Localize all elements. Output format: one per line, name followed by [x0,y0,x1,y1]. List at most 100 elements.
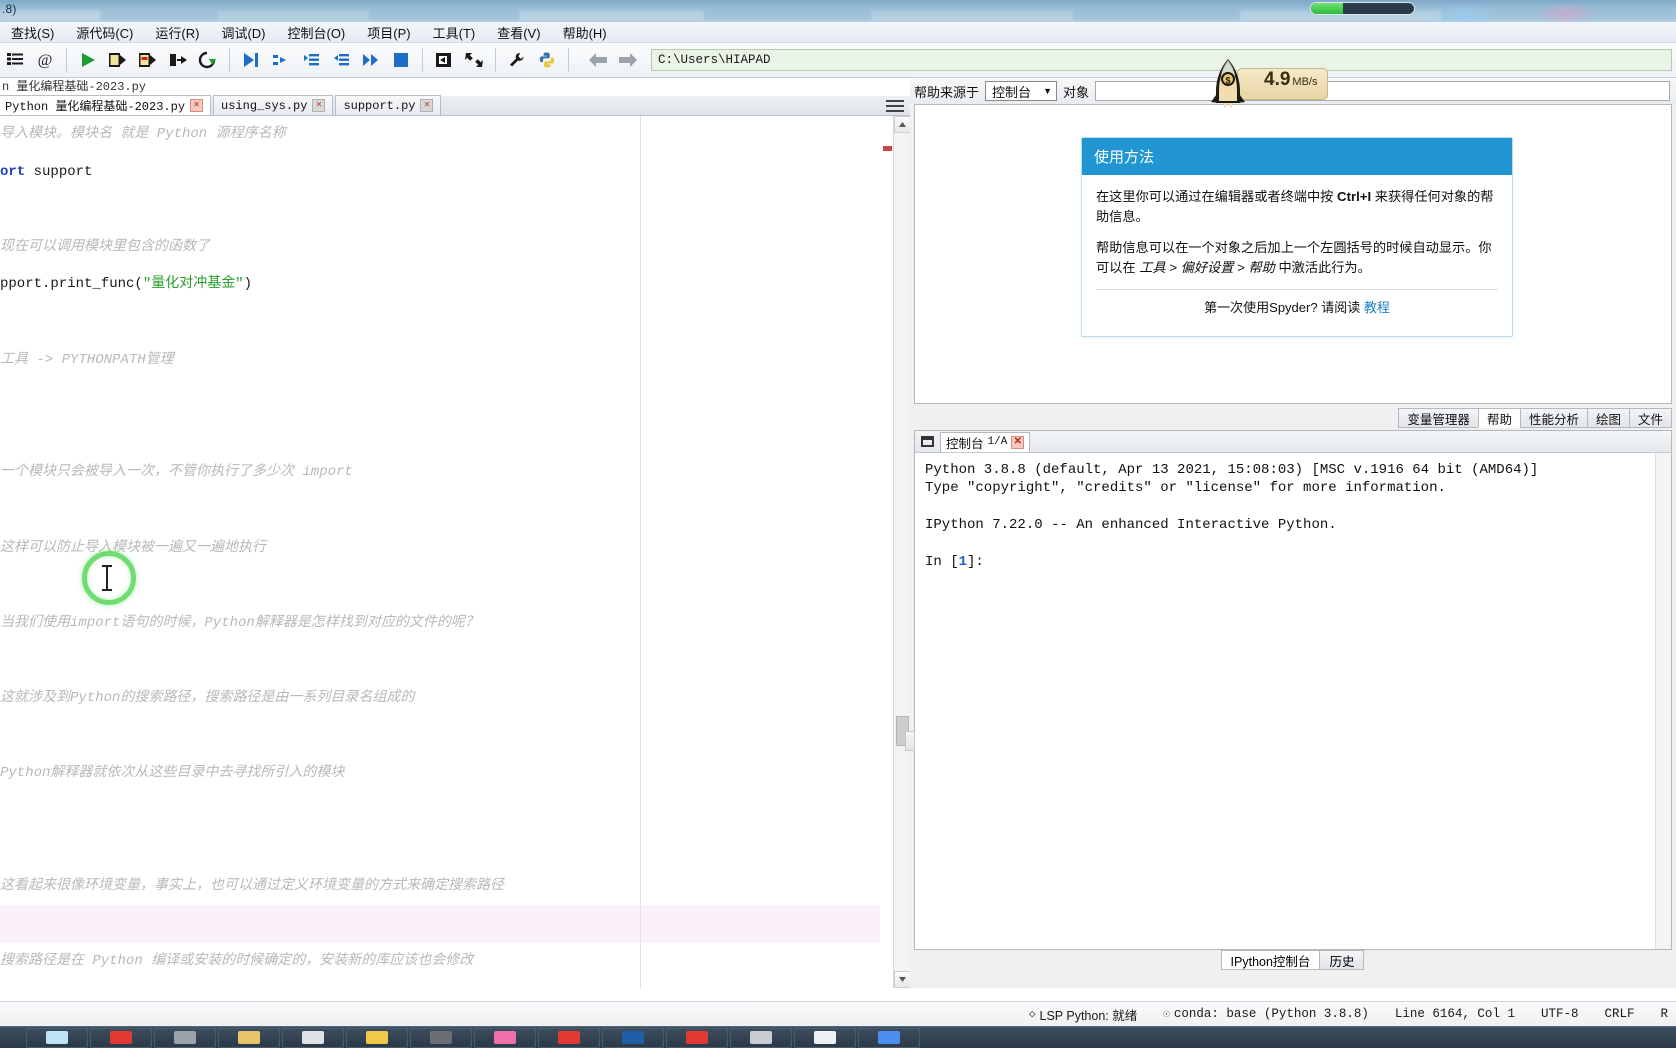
run-cell-advance-icon[interactable] [133,46,163,74]
taskbar-item-3[interactable] [154,1027,216,1048]
preferences-icon[interactable] [502,46,532,74]
run-cell-icon[interactable] [103,46,133,74]
menu-item-find[interactable]: 查找(S) [0,21,65,44]
menu-item-help[interactable]: 帮助(H) [552,21,618,44]
svg-text:@: @ [38,52,53,69]
run-selection-icon[interactable] [163,46,193,74]
continue-icon[interactable] [356,46,386,74]
close-icon[interactable]: ✕ [312,99,326,112]
editor-tab-using-sys[interactable]: using_sys.py ✕ [213,95,334,115]
status-conda-text: conda: base (Python 3.8.8) [1173,1007,1369,1021]
taskbar-item-6[interactable] [346,1027,408,1048]
taskbar-item-5[interactable] [282,1027,344,1048]
step-return-icon[interactable] [326,46,356,74]
network-speed-widget[interactable]: $ 4.9 MB/s [1205,58,1342,110]
tab-help[interactable]: 帮助 [1477,408,1521,428]
menu-item-console[interactable]: 控制台(O) [276,21,356,44]
code-line: 这看起来很像环境变量，事实上，也可以通过定义环境变量的方式来确定搜索路径 [0,877,504,894]
editor-tab-main[interactable]: Python 量化编程基础-2023.py ✕ [0,95,212,115]
pythonpath-icon[interactable] [532,46,562,74]
console-input-prompt[interactable]: In [1]: [925,553,1671,571]
taskbar-icon [46,1031,68,1044]
arrow-left-icon[interactable] [583,46,613,74]
taskbar-item-9[interactable] [538,1027,600,1048]
step-over-icon[interactable] [266,46,296,74]
editor-code-area[interactable]: 导入模块。模块名 就是 Python 源程序名称 ort support 现在可以… [0,116,880,988]
help-source-select[interactable]: 控制台 ▼ [985,81,1058,101]
speed-value: 4.9 [1264,69,1291,90]
taskbar-icon [366,1031,388,1044]
console-vertical-scrollbar[interactable] [1655,453,1671,949]
toolbar-separator [66,48,67,72]
tutorial-link[interactable]: 教程 [1364,300,1390,315]
status-lsp: ◇ LSP Python: 就绪 [1029,1005,1137,1024]
close-icon[interactable]: ✕ [190,99,204,112]
menu-item-run[interactable]: 运行(R) [144,21,210,44]
taskbar-icon [814,1031,836,1044]
console-tab[interactable]: 控制台 1/A ✕ [940,431,1031,452]
tab-ipython-console[interactable]: IPython控制台 [1220,950,1321,970]
close-icon[interactable]: ✕ [420,99,434,112]
run-file-icon[interactable] [73,46,103,74]
taskbar-item-4[interactable] [218,1027,280,1048]
code-line: 导入模块。模块名 就是 Python 源程序名称 [0,126,286,142]
list-icon[interactable] [0,46,30,74]
help-usage-card: 使用方法 在这里你可以通过在编辑器或者终端中按 Ctrl+I 来获得任何对象的帮… [1081,137,1513,337]
toolbar-separator-2 [229,48,230,72]
help-menu-path: 工具 > 偏好设置 > 帮助 [1139,260,1275,276]
editor-tab-support[interactable]: support.py ✕ [335,95,442,115]
help-p2-part-b: 中激活此行为。 [1274,260,1371,276]
help-object-input[interactable] [1095,81,1670,101]
stop-icon[interactable] [386,46,416,74]
tab-variable-explorer[interactable]: 变量管理器 [1398,408,1479,428]
svg-text:$: $ [1225,76,1230,86]
tab-history[interactable]: 历史 [1319,950,1365,970]
menu-item-debug[interactable]: 调试(D) [210,21,276,44]
menu-item-tools[interactable]: 工具(T) [422,21,487,44]
tab-files[interactable]: 文件 [1628,408,1672,428]
menu-item-view[interactable]: 查看(V) [486,21,551,44]
taskbar-item-11[interactable] [666,1027,728,1048]
undock-icon[interactable] [921,436,934,447]
taskbar-item-12[interactable] [730,1027,792,1048]
save-session-icon[interactable] [429,46,459,74]
editor-vertical-scrollbar[interactable] [893,116,910,988]
speed-unit: MB/s [1292,76,1318,88]
editor-pane: n 量化编程基础-2023.py Python 量化编程基础-2023.py ✕… [0,78,910,988]
maximize-pane-icon[interactable] [459,46,489,74]
taskbar-item-10[interactable] [602,1027,664,1048]
taskbar-item-8[interactable] [474,1027,536,1048]
working-directory-input[interactable]: C:\Users\HIAPAD [651,49,1672,71]
taskbar-item-2[interactable] [90,1027,152,1048]
console-output[interactable]: Python 3.8.8 (default, Apr 13 2021, 15:0… [915,453,1671,572]
taskbar-item-14[interactable] [858,1027,920,1048]
menu-item-projects[interactable]: 项目(P) [356,21,421,44]
status-eol: CRLF [1604,1007,1635,1021]
rerun-icon[interactable] [193,46,223,74]
debug-icon[interactable] [236,46,266,74]
step-into-icon[interactable] [296,46,326,74]
splitter-handle[interactable] [905,731,915,751]
help-pane-body: 使用方法 在这里你可以通过在编辑器或者终端中按 Ctrl+I 来获得任何对象的帮… [914,104,1672,404]
taskbar-item-13[interactable] [794,1027,856,1048]
close-icon[interactable]: ✕ [1011,435,1025,449]
taskbar-item-7[interactable] [410,1027,472,1048]
help-source-label: 帮助来源于 [914,84,980,100]
tab-plots[interactable]: 绘图 [1586,408,1630,428]
desktop-background-strip: .8) [0,0,1676,22]
hamburger-icon[interactable] [886,98,904,114]
arrow-right-icon[interactable] [613,46,643,74]
menu-item-source[interactable]: 源代码(C) [65,21,144,44]
taskbar-item-1[interactable] [26,1027,88,1048]
scroll-up-icon[interactable] [894,116,910,133]
help-card-divider [1096,288,1498,290]
help-object-label: 对象 [1063,84,1090,100]
at-icon[interactable]: @ [30,46,60,74]
scroll-down-icon[interactable] [894,971,910,988]
tab-profiler[interactable]: 性能分析 [1519,408,1588,428]
download-progress-bar [1310,2,1415,15]
